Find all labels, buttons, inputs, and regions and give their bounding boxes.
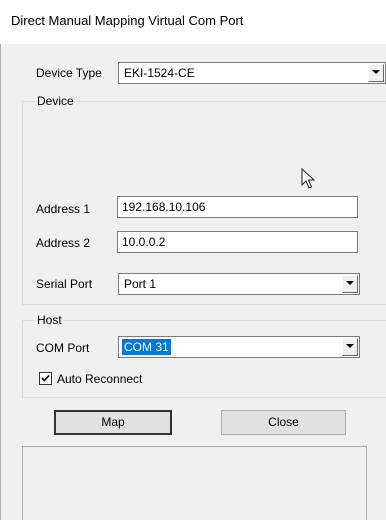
com-port-value: COM 31	[122, 339, 171, 355]
address1-label: Address 1	[36, 202, 91, 216]
device-type-value: EKI-1524-CE	[124, 66, 195, 80]
mouse-pointer-icon	[301, 168, 315, 189]
com-port-label: COM Port	[36, 341, 90, 355]
host-groupbox	[22, 320, 386, 398]
window-border	[0, 44, 1, 520]
device-type-label: Device Type	[36, 66, 102, 80]
close-button[interactable]: Close	[221, 410, 346, 435]
window-title: Direct Manual Mapping Virtual Com Port	[11, 13, 244, 28]
host-group-legend: Host	[35, 313, 64, 327]
chevron-down-icon	[346, 344, 354, 348]
device-type-dropdown-button[interactable]	[368, 64, 384, 82]
serial-port-dropdown-button[interactable]	[342, 275, 358, 293]
title-bar: Direct Manual Mapping Virtual Com Port	[0, 0, 386, 44]
serial-port-select[interactable]: Port 1	[118, 273, 360, 295]
mapping-dialog: Direct Manual Mapping Virtual Com Port D…	[0, 0, 386, 520]
address1-field[interactable]: 192.168.10.106	[117, 196, 358, 218]
serial-port-label: Serial Port	[36, 277, 93, 291]
com-port-select[interactable]: COM 31	[118, 336, 360, 358]
address2-field[interactable]: 10.0.0.2	[117, 231, 358, 253]
chevron-down-icon	[346, 281, 354, 285]
address2-label: Address 2	[36, 236, 91, 250]
chevron-down-icon	[372, 70, 380, 74]
device-group-legend: Device	[35, 94, 76, 108]
auto-reconnect-label[interactable]: Auto Reconnect	[57, 372, 142, 386]
device-type-select[interactable]: EKI-1524-CE	[118, 62, 386, 84]
checkmark-icon	[41, 374, 50, 382]
auto-reconnect-checkbox[interactable]	[39, 372, 52, 385]
com-port-dropdown-button[interactable]	[342, 338, 358, 356]
status-panel	[22, 446, 367, 520]
map-button[interactable]: Map	[54, 410, 172, 435]
serial-port-value: Port 1	[124, 277, 157, 291]
